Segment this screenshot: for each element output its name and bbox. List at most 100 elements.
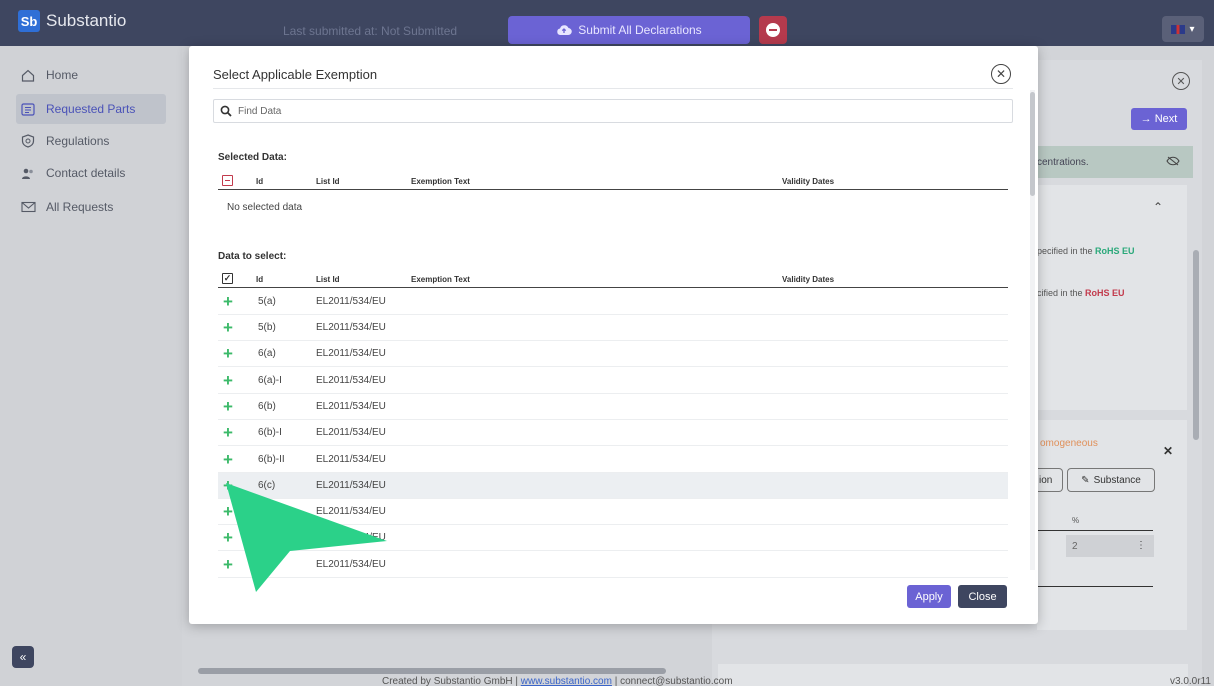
add-icon[interactable]: + bbox=[223, 477, 233, 494]
table-row[interactable]: +5(a) EL2011/534/EU bbox=[218, 289, 1008, 315]
chevron-up-icon[interactable]: ⌃ bbox=[1153, 200, 1163, 214]
divider bbox=[1037, 586, 1153, 587]
selected-data-title: Selected Data: bbox=[218, 152, 287, 163]
sidebar-item-label: Home bbox=[46, 68, 79, 82]
next-button[interactable]: → Next bbox=[1131, 108, 1187, 130]
homogeneous-label: omogeneous bbox=[1040, 438, 1098, 449]
version-label: v3.0.0r11 bbox=[1170, 676, 1211, 686]
panel-footer-card bbox=[718, 664, 1188, 686]
uk-flag-icon bbox=[1171, 24, 1186, 34]
last-submitted-status: Last submitted at: Not Submitted bbox=[283, 24, 458, 38]
modal-title: Select Applicable Exemption bbox=[213, 67, 378, 82]
sidebar-item-label: Contact details bbox=[46, 166, 126, 180]
table-row[interactable]: +6(c) EL2011/534/EU bbox=[218, 473, 1008, 499]
column-header-list-id: List Id bbox=[316, 177, 340, 186]
substance-label: Substance bbox=[1093, 474, 1141, 486]
sidebar: Home Requested Parts Regulations Contact… bbox=[0, 46, 182, 686]
column-header-validity-dates: Validity Dates bbox=[782, 177, 835, 186]
shield-icon bbox=[20, 134, 36, 148]
website-link[interactable]: www.substantio.com bbox=[521, 676, 612, 686]
next-label: Next bbox=[1154, 113, 1178, 125]
modal-scrollbar[interactable] bbox=[1030, 92, 1035, 196]
arrow-right-icon: → bbox=[1140, 113, 1155, 125]
column-header-id: Id bbox=[256, 177, 264, 186]
horizontal-scrollbar[interactable] bbox=[198, 668, 666, 674]
table-row[interactable]: +6(a) EL2011/534/EU bbox=[218, 341, 1008, 367]
column-header-list-id: List Id bbox=[316, 275, 340, 284]
rohs-text-1: pecified in the RoHS EU bbox=[1037, 246, 1135, 256]
add-icon[interactable]: + bbox=[223, 556, 233, 573]
table-row[interactable]: + c)-I EL2011/534/EU bbox=[218, 552, 1008, 578]
column-header-validity-dates: Validity Dates bbox=[782, 275, 835, 284]
search-input[interactable] bbox=[238, 105, 978, 117]
sidebar-item-contact-details[interactable]: Contact details bbox=[16, 158, 166, 188]
eye-off-icon[interactable] bbox=[1166, 156, 1180, 169]
percent-header: % bbox=[1072, 516, 1080, 525]
add-icon[interactable]: + bbox=[223, 372, 233, 389]
select-table-header: ✓ Id List Id Exemption Text Validity Dat… bbox=[218, 272, 1008, 288]
table-row[interactable]: +5(b) EL2011/534/EU bbox=[218, 315, 1008, 341]
home-icon bbox=[20, 68, 36, 82]
sidebar-item-label: Regulations bbox=[46, 134, 110, 148]
add-icon[interactable]: + bbox=[223, 529, 233, 546]
add-icon[interactable]: + bbox=[223, 398, 233, 415]
divider bbox=[1037, 530, 1153, 531]
brand-logo: Sb bbox=[18, 10, 40, 32]
add-icon[interactable]: + bbox=[223, 345, 233, 362]
brand[interactable]: Sb Substantio bbox=[18, 10, 126, 32]
list-icon bbox=[20, 102, 36, 116]
table-row[interactable]: +6(b)-I EL2011/534/EU bbox=[218, 420, 1008, 446]
top-bar: Sb Substantio Last submitted at: Not Sub… bbox=[0, 0, 1214, 46]
close-panel-icon[interactable]: ✕ bbox=[1172, 72, 1190, 90]
column-header-exemption-text: Exemption Text bbox=[411, 275, 470, 284]
select-all-checkbox-icon[interactable]: ✓ bbox=[222, 273, 233, 284]
search-icon bbox=[220, 105, 232, 117]
mail-icon bbox=[20, 200, 36, 214]
panel-scrollbar[interactable] bbox=[1193, 250, 1199, 440]
deselect-all-icon[interactable] bbox=[222, 175, 233, 186]
minus-circle-icon bbox=[766, 23, 780, 37]
divider bbox=[213, 88, 1013, 89]
sidebar-item-all-requests[interactable]: All Requests bbox=[16, 192, 166, 222]
add-icon[interactable]: + bbox=[223, 319, 233, 336]
substance-button[interactable]: ✎ Substance bbox=[1067, 468, 1155, 492]
add-icon[interactable]: + bbox=[223, 503, 233, 520]
add-icon[interactable]: + bbox=[223, 424, 233, 441]
table-row[interactable]: + EL2011/534/EU bbox=[218, 525, 1008, 551]
data-to-select-title: Data to select: bbox=[218, 251, 287, 262]
sidebar-item-home[interactable]: Home bbox=[16, 60, 166, 90]
chevron-down-icon: ▾ bbox=[1189, 23, 1195, 35]
language-selector[interactable]: ▾ bbox=[1162, 16, 1204, 42]
table-row[interactable]: +6(b)-II EL2011/534/EU bbox=[218, 447, 1008, 473]
selected-table-header: Id List Id Exemption Text Validity Dates bbox=[218, 174, 1008, 190]
footer: Created by Substantio GmbH | www.substan… bbox=[382, 676, 733, 686]
submit-all-declarations-button[interactable]: Submit All Declarations bbox=[508, 16, 750, 44]
pencil-icon: ✎ bbox=[1081, 474, 1090, 486]
close-modal-icon[interactable]: ✕ bbox=[991, 64, 1011, 84]
add-icon[interactable]: + bbox=[223, 451, 233, 468]
rohs-text-2: cified in the RoHS EU bbox=[1037, 288, 1125, 298]
add-icon[interactable]: + bbox=[223, 293, 233, 310]
brand-name: Substantio bbox=[46, 11, 127, 30]
table-row[interactable]: +6(c) EL2011/534/EU bbox=[218, 499, 1008, 525]
contacts-icon bbox=[20, 166, 36, 180]
sidebar-item-requested-parts[interactable]: Requested Parts bbox=[16, 94, 166, 124]
search-box[interactable] bbox=[213, 99, 1013, 123]
close-icon[interactable]: ✕ bbox=[1163, 444, 1173, 458]
cancel-submission-button[interactable] bbox=[759, 16, 787, 44]
table-row[interactable]: +6(a)-I EL2011/534/EU bbox=[218, 368, 1008, 394]
cloud-upload-icon bbox=[557, 25, 573, 36]
submit-all-label: Submit All Declarations bbox=[578, 23, 702, 37]
column-header-id: Id bbox=[256, 275, 264, 284]
select-exemption-modal: Select Applicable Exemption ✕ Selected D… bbox=[189, 46, 1038, 624]
close-button[interactable]: Close bbox=[958, 585, 1007, 608]
sidebar-item-label: All Requests bbox=[46, 200, 114, 214]
no-selected-data-message: No selected data bbox=[227, 202, 303, 213]
sidebar-item-regulations[interactable]: Regulations bbox=[16, 126, 166, 156]
sidebar-item-label: Requested Parts bbox=[46, 102, 136, 116]
material-button[interactable]: ion bbox=[1037, 468, 1063, 492]
apply-button[interactable]: Apply bbox=[907, 585, 951, 608]
table-row[interactable]: +6(b) EL2011/534/EU bbox=[218, 394, 1008, 420]
more-options-icon[interactable]: ⋮ bbox=[1136, 540, 1146, 551]
collapse-sidebar-button[interactable]: « bbox=[12, 646, 34, 668]
